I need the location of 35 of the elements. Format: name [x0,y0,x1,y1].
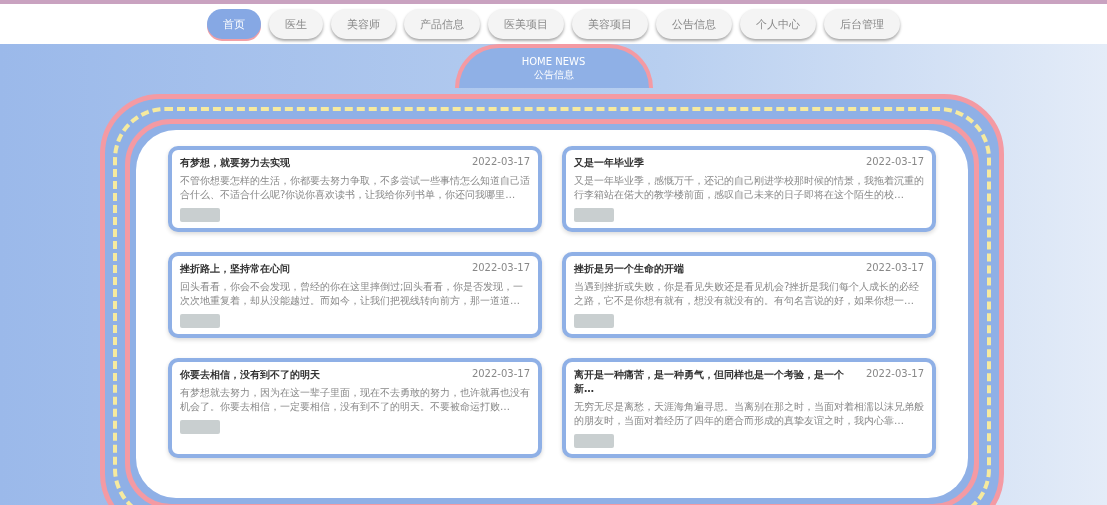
news-date: 2022-03-17 [865,368,924,379]
news-title: 挫折路上，坚持常在心间 [180,262,290,276]
news-summary: 又是一年毕业季，感慨万千，还记的自己刚进学校那时候的情景，我拖着沉重的行李箱站在偌大的教学楼前面，感叹自己未来的日子即将在这个陌生的校… [574,174,924,202]
news-date: 2022-03-17 [471,156,530,167]
news-summary: 回头看看，你会不会发现，曾经的你在这里摔倒过;回头看看，你是否发现，一次次地重复着，却从没能越过。而如今，让我们把视线转向前方，那一道道… [180,280,525,308]
news-title: 有梦想，就要努力去实现 [180,156,290,170]
news-summary: 无穷无尽是离愁，天涯海角遍寻思。当离别在那之时，当面对着相濡以沫兄弟般的朋友时，当面对着经历了四年的磨合而形成的真挚友谊之时，我内心靠… [574,400,924,428]
nav-tab[interactable]: 公告信息 [656,9,732,39]
nav-tab[interactable]: 美容师 [331,9,396,39]
card-button[interactable] [574,434,614,448]
nav-tab[interactable]: 医生 [269,9,323,39]
nav-tab[interactable]: 后台管理 [824,9,900,39]
news-title: 挫折是另一个生命的开端 [574,262,684,276]
news-title: 离开是一种痛苦，是一种勇气，但同样也是一个考验，是一个新… [574,368,845,396]
card-button[interactable] [574,314,614,328]
news-summary: 不管你想要怎样的生活，你都要去努力争取，不多尝试一些事情怎么知道自己适合什么、不适合什么呢?你说你喜欢读书，让我给你列书单，你还问我哪里… [180,174,530,202]
nav-tab[interactable]: 美容项目 [572,9,648,39]
news-date: 2022-03-17 [865,156,924,167]
nav-tab[interactable]: 首页 [207,9,261,39]
news-date: 2022-03-17 [471,262,530,273]
card-button[interactable] [180,314,220,328]
news-date: 2022-03-17 [865,262,924,273]
news-date: 2022-03-17 [471,368,530,379]
news-title: 又是一年毕业季 [574,156,644,170]
section-subtitle: 公告信息 [533,68,574,81]
news-summary: 当遇到挫折或失败，你是看见失败还是看见机会?挫折是我们每个人成长的必经之路，它不是你想有就有，想没有就没有的。有句名言说的好，如果你想一… [574,280,921,308]
card-button[interactable] [180,420,220,434]
nav-tab[interactable]: 个人中心 [740,9,816,39]
nav-tab[interactable]: 产品信息 [404,9,480,39]
card-button[interactable] [180,208,220,222]
section-title: HOME NEWS [521,55,586,68]
news-title: 你要去相信，没有到不了的明天 [180,368,320,382]
card-button[interactable] [574,208,614,222]
news-summary: 有梦想就去努力，因为在这一辈子里面，现在不去勇敢的努力，也许就再也没有机会了。你要去相信，一定要相信，没有到不了的明天。不要被命运打败… [180,386,530,414]
nav-tab[interactable]: 医美项目 [488,9,564,39]
